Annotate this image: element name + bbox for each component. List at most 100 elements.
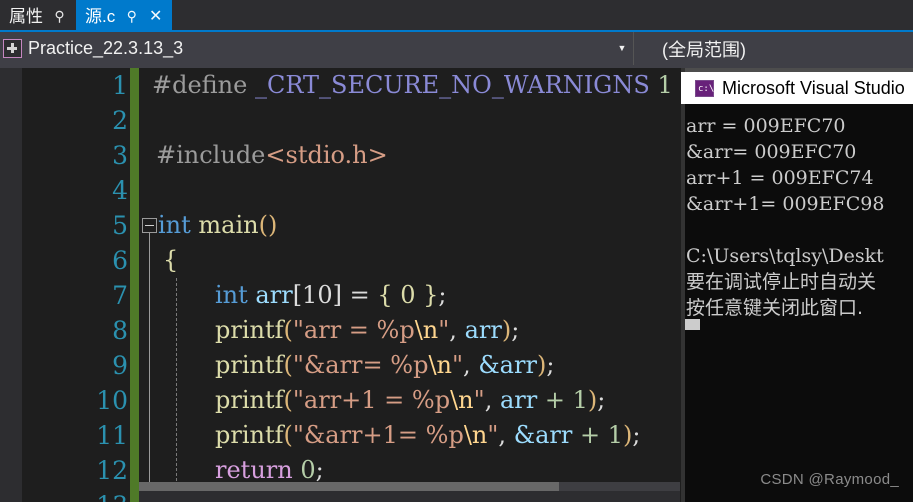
- cmd-icon: c:\: [695, 79, 715, 97]
- change-bar: [130, 208, 139, 243]
- console-title-bar[interactable]: c:\ Microsoft Visual Studio: [681, 72, 913, 104]
- line-number: 13: [22, 488, 128, 502]
- string-end-token: ": [487, 421, 499, 449]
- function-name-token: printf: [215, 386, 284, 414]
- string-end-token: ": [473, 386, 485, 414]
- chevron-down-icon[interactable]: ▼: [611, 32, 633, 65]
- console-caret: [685, 319, 700, 330]
- change-bar: [130, 278, 139, 313]
- navigation-bar: Practice_22.3.13_3 ▼ (全局范围): [0, 32, 913, 65]
- code-line-text[interactable]: printf("&arr= %p\n", &arr);: [215, 348, 554, 383]
- operator-token: =: [349, 281, 370, 309]
- change-bar: [130, 488, 139, 502]
- string-token: "&arr= %p: [292, 351, 429, 379]
- code-line-text[interactable]: printf("arr = %p\n", arr);: [215, 313, 519, 348]
- line-number: 3: [112, 141, 128, 170]
- escape-token: \n: [414, 316, 439, 344]
- string-token: "&arr+1= %p: [292, 421, 464, 449]
- offset-token: + 1: [579, 421, 623, 449]
- pin-icon[interactable]: ⚲: [52, 8, 67, 24]
- argument-token: arr: [499, 386, 538, 414]
- semicolon-token: ;: [315, 456, 324, 484]
- include-path-token: <stdio.h>: [265, 141, 388, 169]
- semicolon-token: ;: [438, 281, 447, 309]
- member-scope-label: (全局范围): [662, 39, 746, 60]
- project-icon: [3, 39, 22, 58]
- console-output-line: arr = 009EFC70: [686, 115, 846, 137]
- code-line-text[interactable]: int main(): [158, 208, 277, 243]
- console-output-line: arr+1 = 009EFC74: [686, 167, 874, 189]
- string-end-token: ": [438, 316, 450, 344]
- line-number: 8: [112, 316, 128, 345]
- pin-icon[interactable]: ⚲: [124, 8, 139, 24]
- tab-source-c-label: 源.c: [85, 6, 116, 26]
- change-bar: [130, 138, 139, 173]
- change-bar: [130, 243, 139, 278]
- line-number: 4: [112, 176, 128, 205]
- code-line-text[interactable]: printf("&arr+1= %p\n", &arr + 1);: [215, 418, 640, 453]
- argument-token: arr: [464, 316, 502, 344]
- console-output-line: &arr= 009EFC70: [686, 141, 857, 163]
- console-output[interactable]: arr = 009EFC70 &arr= 009EFC70 arr+1 = 00…: [685, 104, 913, 502]
- tab-source-c[interactable]: 源.c ⚲ ✕: [76, 0, 173, 32]
- console-window[interactable]: c:\ Microsoft Visual Studio arr = 009EFC…: [681, 68, 913, 502]
- cmd-icon-text: c:\: [698, 83, 715, 94]
- change-bar: [130, 173, 139, 208]
- macro-name-token: _CRT_SECURE_NO_WARNIGNS: [254, 71, 650, 99]
- string-token: "arr+1 = %p: [292, 386, 451, 414]
- tab-properties[interactable]: 属性 ⚲: [0, 0, 76, 32]
- brace-token: {: [163, 246, 179, 274]
- file-scope-dropdown[interactable]: Practice_22.3.13_3 ▼: [0, 32, 634, 65]
- change-bar: [130, 348, 139, 383]
- index-token: [10]: [292, 281, 342, 309]
- code-line-text[interactable]: int arr[10] = { 0 };: [215, 278, 447, 313]
- function-name-token: main: [198, 211, 259, 239]
- watermark: CSDN @Raymood_: [760, 471, 899, 488]
- code-line-text[interactable]: #include<stdio.h>: [156, 138, 388, 173]
- keyword-token: return: [215, 456, 293, 484]
- console-output-line: C:\Users\tqlsy\Deskt: [686, 245, 884, 267]
- horizontal-scrollbar-thumb[interactable]: [139, 482, 559, 491]
- tab-properties-label: 属性: [9, 6, 43, 26]
- string-end-token: ": [451, 351, 464, 379]
- console-output-line: &arr+1= 009EFC98: [686, 193, 885, 215]
- change-bar: [130, 313, 139, 348]
- change-bar: [130, 103, 139, 138]
- change-bar: [130, 418, 139, 453]
- line-number: 12: [96, 456, 128, 485]
- number-token: 0: [300, 456, 316, 484]
- function-name-token: printf: [215, 316, 284, 344]
- escape-token: \n: [450, 386, 474, 414]
- console-output-line: 要在调试停止时自动关: [686, 271, 877, 293]
- indent-guide: [176, 278, 177, 491]
- line-number: 11: [96, 421, 128, 450]
- offset-token: + 1: [544, 386, 588, 414]
- structure-guide-line: [149, 233, 150, 491]
- code-line-text[interactable]: {: [163, 243, 178, 278]
- close-icon[interactable]: ✕: [148, 8, 163, 24]
- variable-token: arr: [255, 281, 293, 309]
- preprocessor-token: #include: [156, 141, 266, 169]
- function-name-token: printf: [215, 421, 284, 449]
- argument-token: &arr: [478, 351, 537, 379]
- console-output-line: 按任意键关闭此窗口.: [686, 297, 864, 319]
- change-bar: [130, 383, 139, 418]
- collapse-toggle-icon[interactable]: [142, 218, 157, 233]
- paren-token: (): [258, 211, 278, 239]
- console-output-blank-line: [685, 217, 913, 243]
- keyword-token: int: [215, 281, 248, 309]
- escape-token: \n: [428, 351, 452, 379]
- line-number: 5: [112, 211, 128, 240]
- line-number: 2: [112, 106, 128, 135]
- code-line-text[interactable]: #define _CRT_SECURE_NO_WARNIGNS 1: [152, 68, 673, 103]
- function-name-token: printf: [215, 351, 284, 379]
- string-token: "arr = %p: [292, 316, 415, 344]
- preprocessor-token: #define: [152, 71, 248, 99]
- escape-token: \n: [463, 421, 488, 449]
- line-number: 10: [96, 386, 128, 415]
- horizontal-scrollbar[interactable]: [139, 482, 680, 491]
- code-line-text[interactable]: printf("arr+1 = %p\n", arr + 1);: [215, 383, 605, 418]
- change-bar: [130, 68, 139, 103]
- keyword-token: int: [158, 211, 191, 239]
- member-scope-dropdown[interactable]: (全局范围): [634, 32, 913, 65]
